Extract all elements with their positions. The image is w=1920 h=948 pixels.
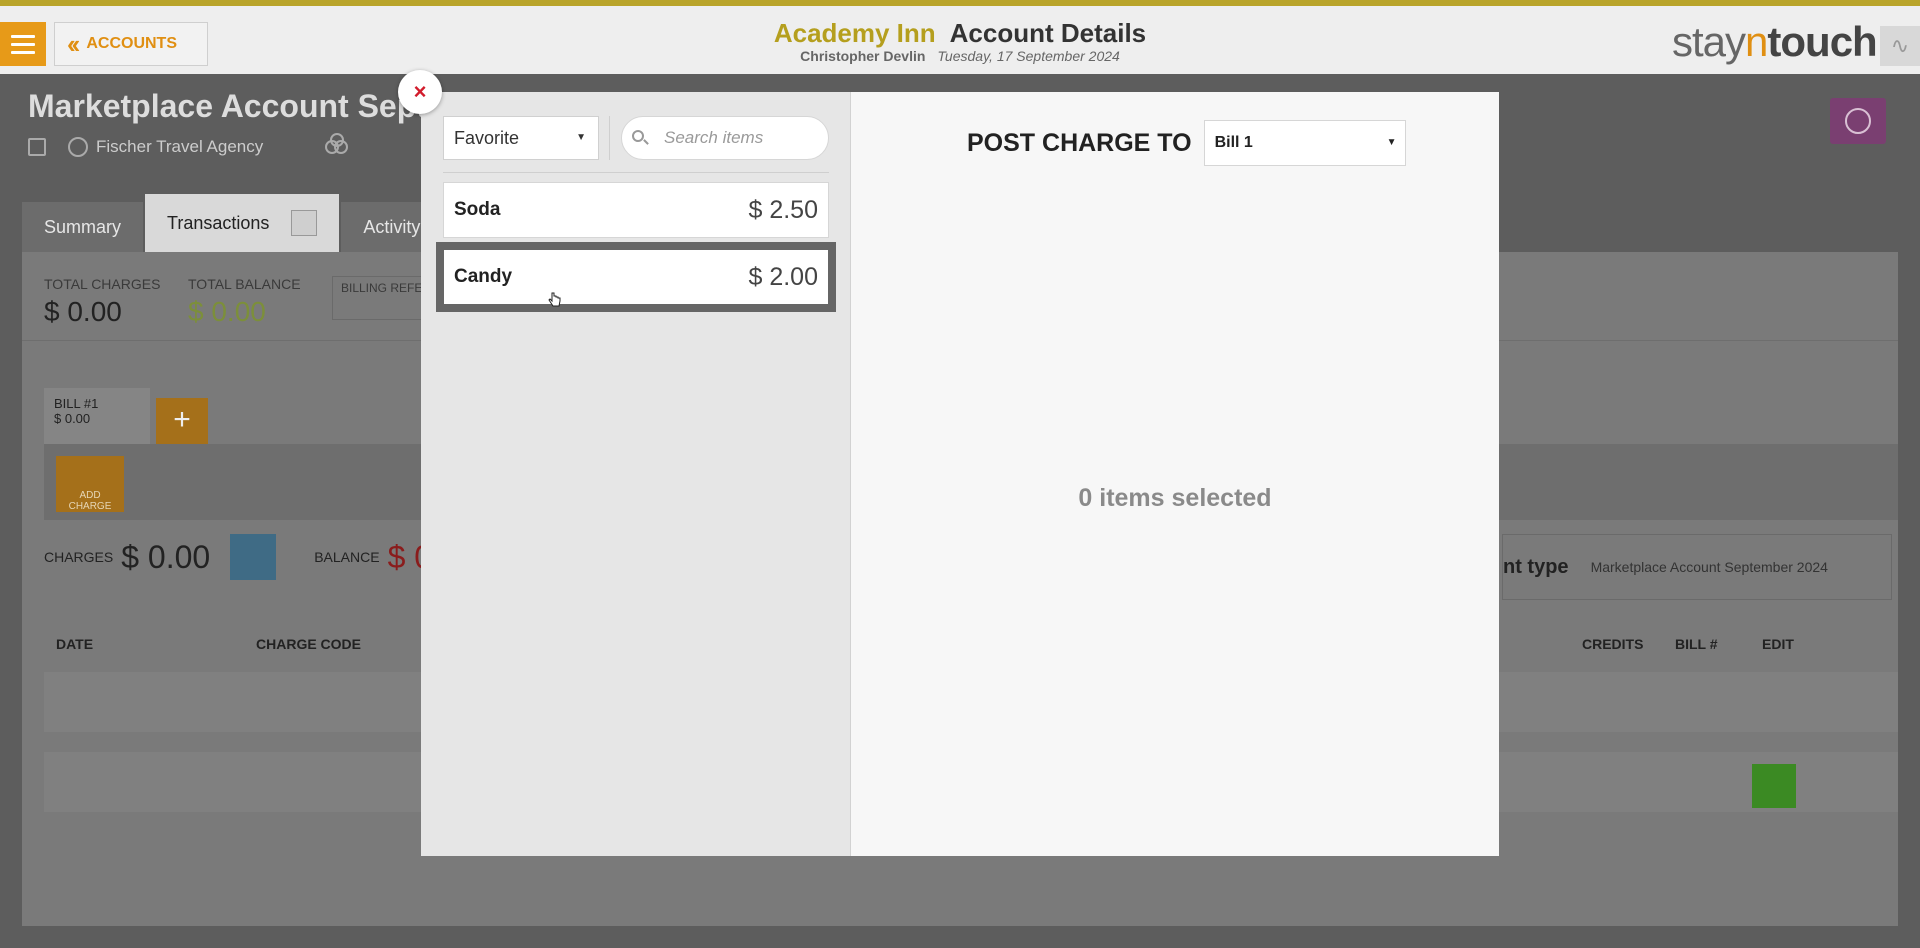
receipt-button[interactable] [230, 534, 277, 580]
page-header-title: Academy Inn Account Details [0, 18, 1920, 49]
caret-down-icon: ▼ [576, 132, 586, 143]
item-name: Soda [454, 199, 501, 220]
close-modal-button[interactable]: × [398, 70, 442, 114]
account-type-select[interactable]: nt type Marketplace Account September 20… [1502, 534, 1892, 600]
account-title: Marketplace Account Sept [28, 88, 427, 124]
charges-value: $ 0.00 [121, 538, 211, 575]
item-name: Candy [454, 266, 513, 287]
charge-item-candy[interactable]: Candy $ 2.00 [436, 242, 836, 312]
items-selected-count: 0 items selected [1078, 484, 1272, 512]
bill-tab-1[interactable]: BILL #1 $ 0.00 [44, 388, 150, 446]
building-icon [28, 138, 46, 156]
hand-cursor-icon [548, 292, 561, 307]
search-box[interactable] [621, 116, 829, 160]
travel-agency[interactable]: Fischer Travel Agency [68, 137, 263, 158]
account-tabs: Summary Transactions Activity l [22, 194, 454, 252]
hotel-name: Academy Inn [773, 18, 936, 48]
globe-icon [1845, 108, 1871, 134]
post-charge-label: POST CHARGE TO [967, 128, 1192, 157]
post-charge-row: POST CHARGE TO Bill 1 ▼ [967, 120, 1406, 166]
post-charge-modal: Favorite ▼ Soda $ 2.50 Candy $ 2.00 POST… [421, 92, 1499, 856]
balance-label: BALANCE [314, 549, 380, 565]
bill-select[interactable]: Bill 1 ▼ [1203, 120, 1406, 166]
account-meta: Fischer Travel Agency [28, 133, 351, 158]
caret-down-icon: ▼ [1386, 137, 1397, 148]
pulse-icon: ∿ [1890, 33, 1910, 58]
total-charges: TOTAL CHARGES $ 0.00 [44, 276, 161, 327]
business-date: Tuesday, 17 September 2024 [937, 48, 1120, 64]
charges-label: CHARGES [44, 549, 114, 565]
item-picker-panel: Favorite ▼ Soda $ 2.50 Candy $ 2.00 [421, 92, 851, 856]
item-price: $ 2.00 [748, 262, 818, 291]
search-icon [632, 130, 649, 146]
tab-summary[interactable]: Summary [22, 202, 146, 252]
globe-icon [68, 137, 88, 158]
item-price: $ 2.50 [748, 195, 818, 224]
activity-pulse-button[interactable]: ∿ [1880, 26, 1920, 66]
user-name: Christopher Devlin [800, 48, 926, 64]
language-button[interactable] [1830, 98, 1886, 144]
top-bar: ‹‹ ACCOUNTS Academy Inn Account Details C… [0, 0, 1920, 74]
page-title: Account Details [949, 18, 1147, 48]
add-bill-button[interactable]: + [156, 398, 208, 444]
search-input[interactable] [664, 128, 814, 148]
charge-item-soda[interactable]: Soda $ 2.50 [443, 182, 829, 238]
category-select[interactable]: Favorite ▼ [443, 116, 599, 160]
stayntouch-logo: stayntouch [1672, 18, 1878, 65]
expand-icon[interactable] [291, 210, 318, 236]
rings-icon [325, 133, 351, 158]
payment-button[interactable] [1752, 764, 1796, 808]
page-header-subtitle: Christopher Devlin Tuesday, 17 September … [0, 48, 1920, 64]
total-balance: TOTAL BALANCE $ 0.00 [188, 276, 301, 327]
tab-transactions[interactable]: Transactions [145, 194, 342, 252]
add-charge-button[interactable]: ADD CHARGE [56, 456, 124, 512]
